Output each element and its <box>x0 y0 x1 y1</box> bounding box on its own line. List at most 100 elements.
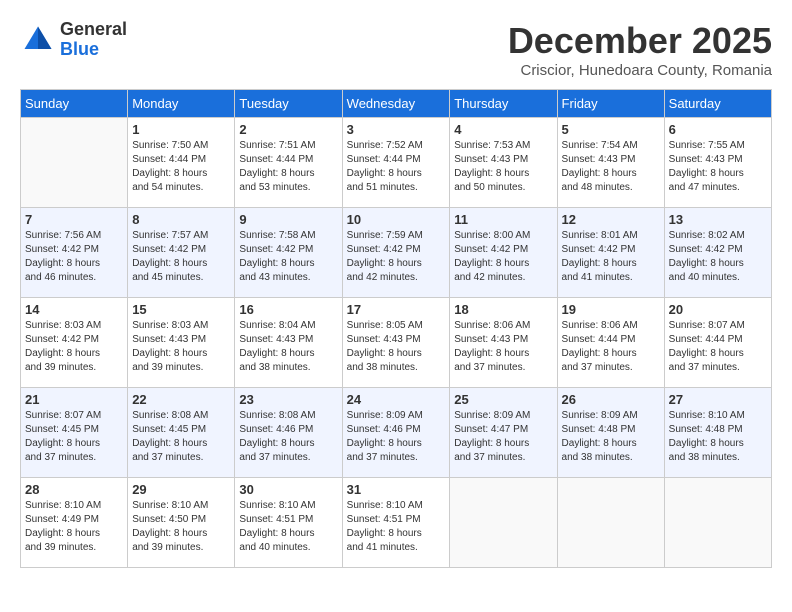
calendar-cell: 18 Sunrise: 8:06 AM Sunset: 4:43 PM Dayli… <box>450 298 557 388</box>
week-row-5: 28 Sunrise: 8:10 AM Sunset: 4:49 PM Dayli… <box>21 478 772 568</box>
week-row-1: 1Sunrise: 7:50 AM Sunset: 4:44 PM Daylig… <box>21 118 772 208</box>
day-info: Sunrise: 8:10 AM Sunset: 4:48 PM Dayligh… <box>669 409 767 465</box>
page-header: General Blue December 2025 Criscior, Hun… <box>20 20 772 79</box>
day-number: 17 <box>347 302 446 317</box>
day-number: 4 <box>454 122 552 137</box>
day-info: Sunrise: 8:06 AM Sunset: 4:44 PM Dayligh… <box>562 319 660 375</box>
day-info: Sunrise: 7:51 AM Sunset: 4:44 PM Dayligh… <box>239 139 337 195</box>
calendar-cell: 17 Sunrise: 8:05 AM Sunset: 4:43 PM Dayli… <box>342 298 450 388</box>
day-number: 22 <box>132 392 230 407</box>
day-number: 25 <box>454 392 552 407</box>
calendar-cell: 10 Sunrise: 7:59 AM Sunset: 4:42 PM Dayli… <box>342 208 450 298</box>
calendar-cell: 9 Sunrise: 7:58 AM Sunset: 4:42 PM Daylig… <box>235 208 342 298</box>
calendar-cell: 24Sunrise: 8:09 AM Sunset: 4:46 PM Dayli… <box>342 388 450 478</box>
day-info: Sunrise: 7:58 AM Sunset: 4:42 PM Dayligh… <box>239 229 337 285</box>
day-info: Sunrise: 8:07 AM Sunset: 4:44 PM Dayligh… <box>669 319 767 375</box>
calendar-cell: 15Sunrise: 8:03 AM Sunset: 4:43 PM Dayli… <box>128 298 235 388</box>
day-info: Sunrise: 8:10 AM Sunset: 4:49 PM Dayligh… <box>25 499 123 555</box>
location-subtitle: Criscior, Hunedoara County, Romania <box>508 62 772 79</box>
day-number: 9 <box>239 212 337 227</box>
day-header-sunday: Sunday <box>21 90 128 118</box>
day-number: 20 <box>669 302 767 317</box>
calendar-cell: 19 Sunrise: 8:06 AM Sunset: 4:44 PM Dayli… <box>557 298 664 388</box>
day-info: Sunrise: 8:05 AM Sunset: 4:43 PM Dayligh… <box>347 319 446 375</box>
day-info: Sunrise: 8:03 AM Sunset: 4:42 PM Dayligh… <box>25 319 123 375</box>
day-info: Sunrise: 8:10 AM Sunset: 4:50 PM Dayligh… <box>132 499 230 555</box>
day-info: Sunrise: 8:04 AM Sunset: 4:43 PM Dayligh… <box>239 319 337 375</box>
calendar-cell: 31 Sunrise: 8:10 AM Sunset: 4:51 PM Dayli… <box>342 478 450 568</box>
calendar-cell: 13 Sunrise: 8:02 AM Sunset: 4:42 PM Dayli… <box>664 208 771 298</box>
day-info: Sunrise: 7:57 AM Sunset: 4:42 PM Dayligh… <box>132 229 230 285</box>
calendar-table: SundayMondayTuesdayWednesdayThursdayFrid… <box>20 89 772 568</box>
day-number: 23 <box>239 392 337 407</box>
month-title: December 2025 <box>508 20 772 62</box>
day-number: 5 <box>562 122 660 137</box>
calendar-cell <box>21 118 128 208</box>
day-info: Sunrise: 8:10 AM Sunset: 4:51 PM Dayligh… <box>239 499 337 555</box>
day-info: Sunrise: 8:08 AM Sunset: 4:46 PM Dayligh… <box>239 409 337 465</box>
day-info: Sunrise: 8:01 AM Sunset: 4:42 PM Dayligh… <box>562 229 660 285</box>
day-header-saturday: Saturday <box>664 90 771 118</box>
day-info: Sunrise: 8:09 AM Sunset: 4:48 PM Dayligh… <box>562 409 660 465</box>
day-info: Sunrise: 8:02 AM Sunset: 4:42 PM Dayligh… <box>669 229 767 285</box>
day-header-monday: Monday <box>128 90 235 118</box>
calendar-cell: 20 Sunrise: 8:07 AM Sunset: 4:44 PM Dayli… <box>664 298 771 388</box>
calendar-cell: 8 Sunrise: 7:57 AM Sunset: 4:42 PM Daylig… <box>128 208 235 298</box>
day-info: Sunrise: 8:06 AM Sunset: 4:43 PM Dayligh… <box>454 319 552 375</box>
day-info: Sunrise: 7:56 AM Sunset: 4:42 PM Dayligh… <box>25 229 123 285</box>
day-number: 13 <box>669 212 767 227</box>
day-number: 31 <box>347 482 446 497</box>
logo: General Blue <box>20 20 127 60</box>
day-number: 21 <box>25 392 123 407</box>
calendar-cell <box>450 478 557 568</box>
day-header-friday: Friday <box>557 90 664 118</box>
day-number: 6 <box>669 122 767 137</box>
day-info: Sunrise: 7:55 AM Sunset: 4:43 PM Dayligh… <box>669 139 767 195</box>
calendar-cell: 1Sunrise: 7:50 AM Sunset: 4:44 PM Daylig… <box>128 118 235 208</box>
day-info: Sunrise: 8:09 AM Sunset: 4:47 PM Dayligh… <box>454 409 552 465</box>
day-number: 11 <box>454 212 552 227</box>
day-number: 16 <box>239 302 337 317</box>
day-number: 8 <box>132 212 230 227</box>
calendar-cell: 7 Sunrise: 7:56 AM Sunset: 4:42 PM Daylig… <box>21 208 128 298</box>
calendar-header-row: SundayMondayTuesdayWednesdayThursdayFrid… <box>21 90 772 118</box>
day-info: Sunrise: 8:08 AM Sunset: 4:45 PM Dayligh… <box>132 409 230 465</box>
calendar-cell: 23 Sunrise: 8:08 AM Sunset: 4:46 PM Dayli… <box>235 388 342 478</box>
day-number: 2 <box>239 122 337 137</box>
calendar-cell <box>664 478 771 568</box>
day-info: Sunrise: 8:09 AM Sunset: 4:46 PM Dayligh… <box>347 409 446 465</box>
day-number: 30 <box>239 482 337 497</box>
calendar-cell: 2 Sunrise: 7:51 AM Sunset: 4:44 PM Daylig… <box>235 118 342 208</box>
calendar-cell: 25 Sunrise: 8:09 AM Sunset: 4:47 PM Dayli… <box>450 388 557 478</box>
day-info: Sunrise: 7:54 AM Sunset: 4:43 PM Dayligh… <box>562 139 660 195</box>
logo-text: General Blue <box>60 20 127 60</box>
calendar-cell: 30 Sunrise: 8:10 AM Sunset: 4:51 PM Dayli… <box>235 478 342 568</box>
day-number: 12 <box>562 212 660 227</box>
day-header-thursday: Thursday <box>450 90 557 118</box>
day-header-tuesday: Tuesday <box>235 90 342 118</box>
day-info: Sunrise: 7:50 AM Sunset: 4:44 PM Dayligh… <box>132 139 230 195</box>
calendar-cell: 3Sunrise: 7:52 AM Sunset: 4:44 PM Daylig… <box>342 118 450 208</box>
calendar-cell: 29Sunrise: 8:10 AM Sunset: 4:50 PM Dayli… <box>128 478 235 568</box>
logo-icon <box>20 22 56 58</box>
day-info: Sunrise: 8:00 AM Sunset: 4:42 PM Dayligh… <box>454 229 552 285</box>
day-info: Sunrise: 7:59 AM Sunset: 4:42 PM Dayligh… <box>347 229 446 285</box>
calendar-cell: 4Sunrise: 7:53 AM Sunset: 4:43 PM Daylig… <box>450 118 557 208</box>
logo-general: General <box>60 20 127 40</box>
day-info: Sunrise: 7:52 AM Sunset: 4:44 PM Dayligh… <box>347 139 446 195</box>
day-number: 19 <box>562 302 660 317</box>
title-section: December 2025 Criscior, Hunedoara County… <box>508 20 772 79</box>
day-number: 28 <box>25 482 123 497</box>
day-number: 7 <box>25 212 123 227</box>
day-info: Sunrise: 8:10 AM Sunset: 4:51 PM Dayligh… <box>347 499 446 555</box>
calendar-cell: 12 Sunrise: 8:01 AM Sunset: 4:42 PM Dayli… <box>557 208 664 298</box>
calendar-cell: 21Sunrise: 8:07 AM Sunset: 4:45 PM Dayli… <box>21 388 128 478</box>
day-number: 18 <box>454 302 552 317</box>
day-number: 15 <box>132 302 230 317</box>
calendar-cell: 5 Sunrise: 7:54 AM Sunset: 4:43 PM Daylig… <box>557 118 664 208</box>
day-number: 10 <box>347 212 446 227</box>
calendar-cell: 6 Sunrise: 7:55 AM Sunset: 4:43 PM Daylig… <box>664 118 771 208</box>
day-number: 27 <box>669 392 767 407</box>
day-header-wednesday: Wednesday <box>342 90 450 118</box>
day-number: 14 <box>25 302 123 317</box>
